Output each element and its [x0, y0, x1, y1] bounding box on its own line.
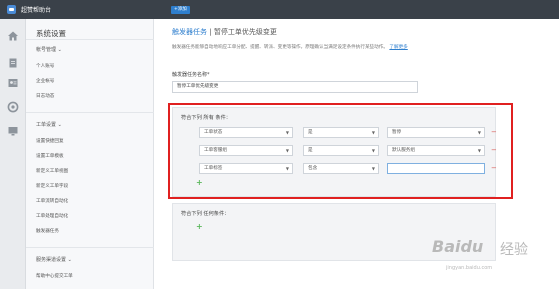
watermark-url: jingyan.baidu.com: [446, 265, 493, 271]
app-brand[interactable]: 超赞帮助台: [0, 0, 100, 19]
description-text: 触发器任务能够自动地响应工单分配、提醒、转派、变更等操作，原理确认当满足设定条件…: [172, 45, 388, 50]
trigger-name-input[interactable]: 暂停工单优先级变更: [172, 81, 418, 93]
sidebar-group-ticket-settings[interactable]: 工单设置 ⌄: [36, 121, 62, 128]
trigger-name-label: 触发器任务名称*: [172, 72, 210, 78]
sidebar-divider: [26, 39, 154, 40]
sidebar-item-ticket-flow-automation[interactable]: 工单流转自动化: [36, 198, 68, 204]
settings-sidebar: 系统设置 帐号管理 ⌄ 个人账号 企业帐号 日志动态 工单设置 ⌄ 设置快捷回复…: [26, 19, 154, 289]
top-bar: 超赞帮助台 +添加: [0, 0, 559, 19]
highlight-frame: [168, 103, 513, 199]
sidebar-item-quick-replies[interactable]: 设置快捷回复: [36, 138, 64, 144]
any-conditions-title: 符合下列 任何条件：: [181, 211, 230, 217]
monitor-icon[interactable]: [7, 125, 19, 137]
settings-gear-icon[interactable]: [7, 101, 19, 113]
app-title: 超赞帮助台: [21, 7, 52, 14]
sidebar-item-ticket-views[interactable]: 新定义工单视图: [36, 168, 68, 174]
page-title: 暂停工单优先级变更: [213, 28, 277, 36]
sidebar-item-ticket-handling-automation[interactable]: 工单处理自动化: [36, 213, 68, 219]
sidebar-item-ticket-fields[interactable]: 新定义工单字段: [36, 183, 68, 189]
sidebar-item-ticket-templates[interactable]: 设置工单模板: [36, 153, 64, 159]
page-description: 触发器任务能够自动地响应工单分配、提醒、转派、变更等操作，原理确认当满足设定条件…: [172, 44, 532, 50]
sidebar-item-activity-log[interactable]: 日志动态: [36, 93, 54, 99]
breadcrumb-separator: |: [209, 28, 212, 36]
breadcrumb-triggers-link[interactable]: 触发器任务: [172, 28, 207, 36]
home-icon[interactable]: [7, 30, 19, 42]
document-icon[interactable]: [7, 57, 19, 69]
learn-more-link[interactable]: 了解更多: [389, 45, 407, 50]
sidebar-item-personal-account[interactable]: 个人账号: [36, 63, 54, 69]
contact-card-icon[interactable]: [7, 77, 19, 89]
sidebar-item-help-center-ticket[interactable]: 帮助中心提交工单: [36, 273, 73, 279]
sidebar-item-triggers[interactable]: 触发器任务: [36, 228, 59, 234]
sidebar-item-company-account[interactable]: 企业帐号: [36, 78, 54, 84]
sidebar-group-account[interactable]: 帐号管理 ⌄: [36, 46, 62, 53]
add-button[interactable]: +添加: [171, 6, 190, 14]
sidebar-divider: [26, 112, 154, 113]
add-condition-button[interactable]: +: [196, 222, 203, 231]
baidu-watermark: Baidu 经验 jingyan.baidu.com: [432, 235, 552, 279]
breadcrumb: 触发器任务 | 暂停工单优先级变更: [172, 27, 277, 37]
sidebar-title: 系统设置: [36, 29, 66, 38]
watermark-cn: 经验: [500, 242, 528, 258]
icon-rail: [0, 19, 26, 289]
sidebar-divider: [26, 247, 154, 248]
app-logo-icon: [7, 5, 16, 14]
sidebar-group-channels[interactable]: 服务渠道设置 ⌄: [36, 256, 72, 263]
watermark-brand: Baidu: [432, 237, 484, 256]
